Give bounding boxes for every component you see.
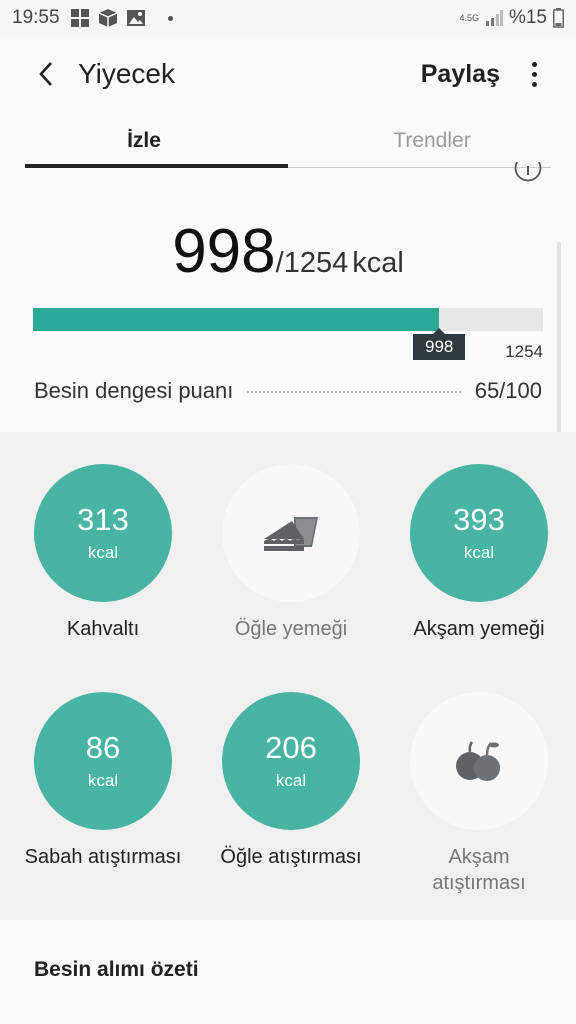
meal-label: Öğle atıştırması — [220, 846, 362, 868]
meal-kcal-value: 86 — [85, 730, 121, 765]
status-time: 19:55 — [12, 7, 60, 28]
signal-icon — [485, 10, 503, 26]
meal-label: Akşam atıştırması — [432, 846, 526, 894]
meal-circle[interactable]: 313 kcal — [34, 464, 172, 602]
meal-dinner[interactable]: 393 kcal Akşam yemeği — [383, 464, 575, 642]
more-notifications-dot — [167, 15, 173, 21]
active-tab-indicator — [25, 164, 288, 168]
meal-lunch[interactable]: Öğle yemeği — [195, 464, 387, 642]
calorie-summary: 998/1254 kcal 998 1254 Besin dengesi puan… — [0, 162, 576, 432]
fruit-icon — [456, 741, 500, 781]
meal-kcal-unit: kcal — [87, 771, 119, 790]
meal-circle[interactable]: 86 kcal — [34, 692, 172, 830]
dotted-leader — [247, 391, 461, 393]
share-button[interactable]: Paylaş — [421, 60, 500, 89]
info-icon[interactable] — [514, 162, 542, 182]
meal-circle[interactable]: 206 kcal — [222, 692, 360, 830]
meal-circle[interactable] — [410, 692, 548, 830]
calorie-progress-bar — [33, 308, 543, 331]
intake-summary-section[interactable]: Besin alımı özeti — [0, 920, 576, 1024]
meal-kcal-value: 393 — [453, 502, 505, 537]
meal-kcal-unit: kcal — [463, 543, 495, 562]
meal-afternoon-snack[interactable]: 206 kcal Öğle atıştırması — [195, 692, 387, 870]
tab-bar: İzle Trendler — [0, 112, 576, 170]
tab-track[interactable]: İzle — [0, 112, 288, 170]
image-icon — [126, 10, 145, 26]
meal-label: Kahvaltı — [66, 618, 140, 640]
network-type: 4.5G — [459, 12, 479, 23]
page-title: Yiyecek — [78, 58, 176, 89]
balance-score: 65/100 — [474, 378, 542, 403]
sandwich-icon — [264, 517, 318, 551]
chevron-left-icon — [39, 62, 52, 86]
meal-label: Akşam yemeği — [413, 618, 545, 640]
notification-icons — [70, 8, 173, 28]
tab-divider — [288, 167, 551, 168]
intake-summary-title: Besin alımı özeti — [34, 958, 199, 981]
balance-label: Besin dengesi puanı — [34, 378, 234, 403]
nutrition-balance-row[interactable]: Besin dengesi puanı 65/100 — [34, 378, 542, 404]
calorie-total: 998/1254 kcal — [0, 216, 576, 287]
battery-icon — [553, 8, 564, 28]
grid-app-icon — [70, 9, 89, 27]
meal-circle[interactable] — [222, 464, 360, 602]
app-bar: Yiyecek Paylaş — [0, 36, 576, 112]
meal-kcal-value: 313 — [77, 502, 129, 537]
meal-kcal-value: 206 — [265, 730, 317, 765]
back-button[interactable] — [28, 56, 64, 92]
meal-morning-snack[interactable]: 86 kcal Sabah atıştırması — [7, 692, 199, 870]
progress-value-badge: 998 — [413, 328, 466, 360]
meal-kcal-unit: kcal — [87, 543, 119, 562]
progress-max-label: 1254 — [505, 342, 543, 361]
more-options-icon[interactable] — [524, 56, 544, 92]
status-bar: 19:55 4.5G %15 — [0, 0, 576, 36]
meal-breakfast[interactable]: 313 kcal Kahvaltı — [7, 464, 199, 642]
meal-grid: 313 kcal Kahvaltı Öğle yemeği 393 kcal A… — [0, 432, 576, 920]
meal-label: Öğle yemeği — [234, 618, 348, 640]
meal-kcal-unit: kcal — [275, 771, 307, 790]
meal-circle[interactable]: 393 kcal — [410, 464, 548, 602]
calorie-progress-fill — [33, 308, 439, 331]
kcal-unit: kcal — [352, 247, 404, 279]
battery-level: %15 — [508, 7, 547, 28]
consumed-kcal: 998 — [172, 217, 276, 286]
package-icon — [98, 9, 117, 27]
meal-label: Sabah atıştırması — [24, 846, 182, 868]
meal-evening-snack[interactable]: Akşam atıştırması — [383, 692, 575, 896]
target-kcal: /1254 — [275, 247, 349, 279]
